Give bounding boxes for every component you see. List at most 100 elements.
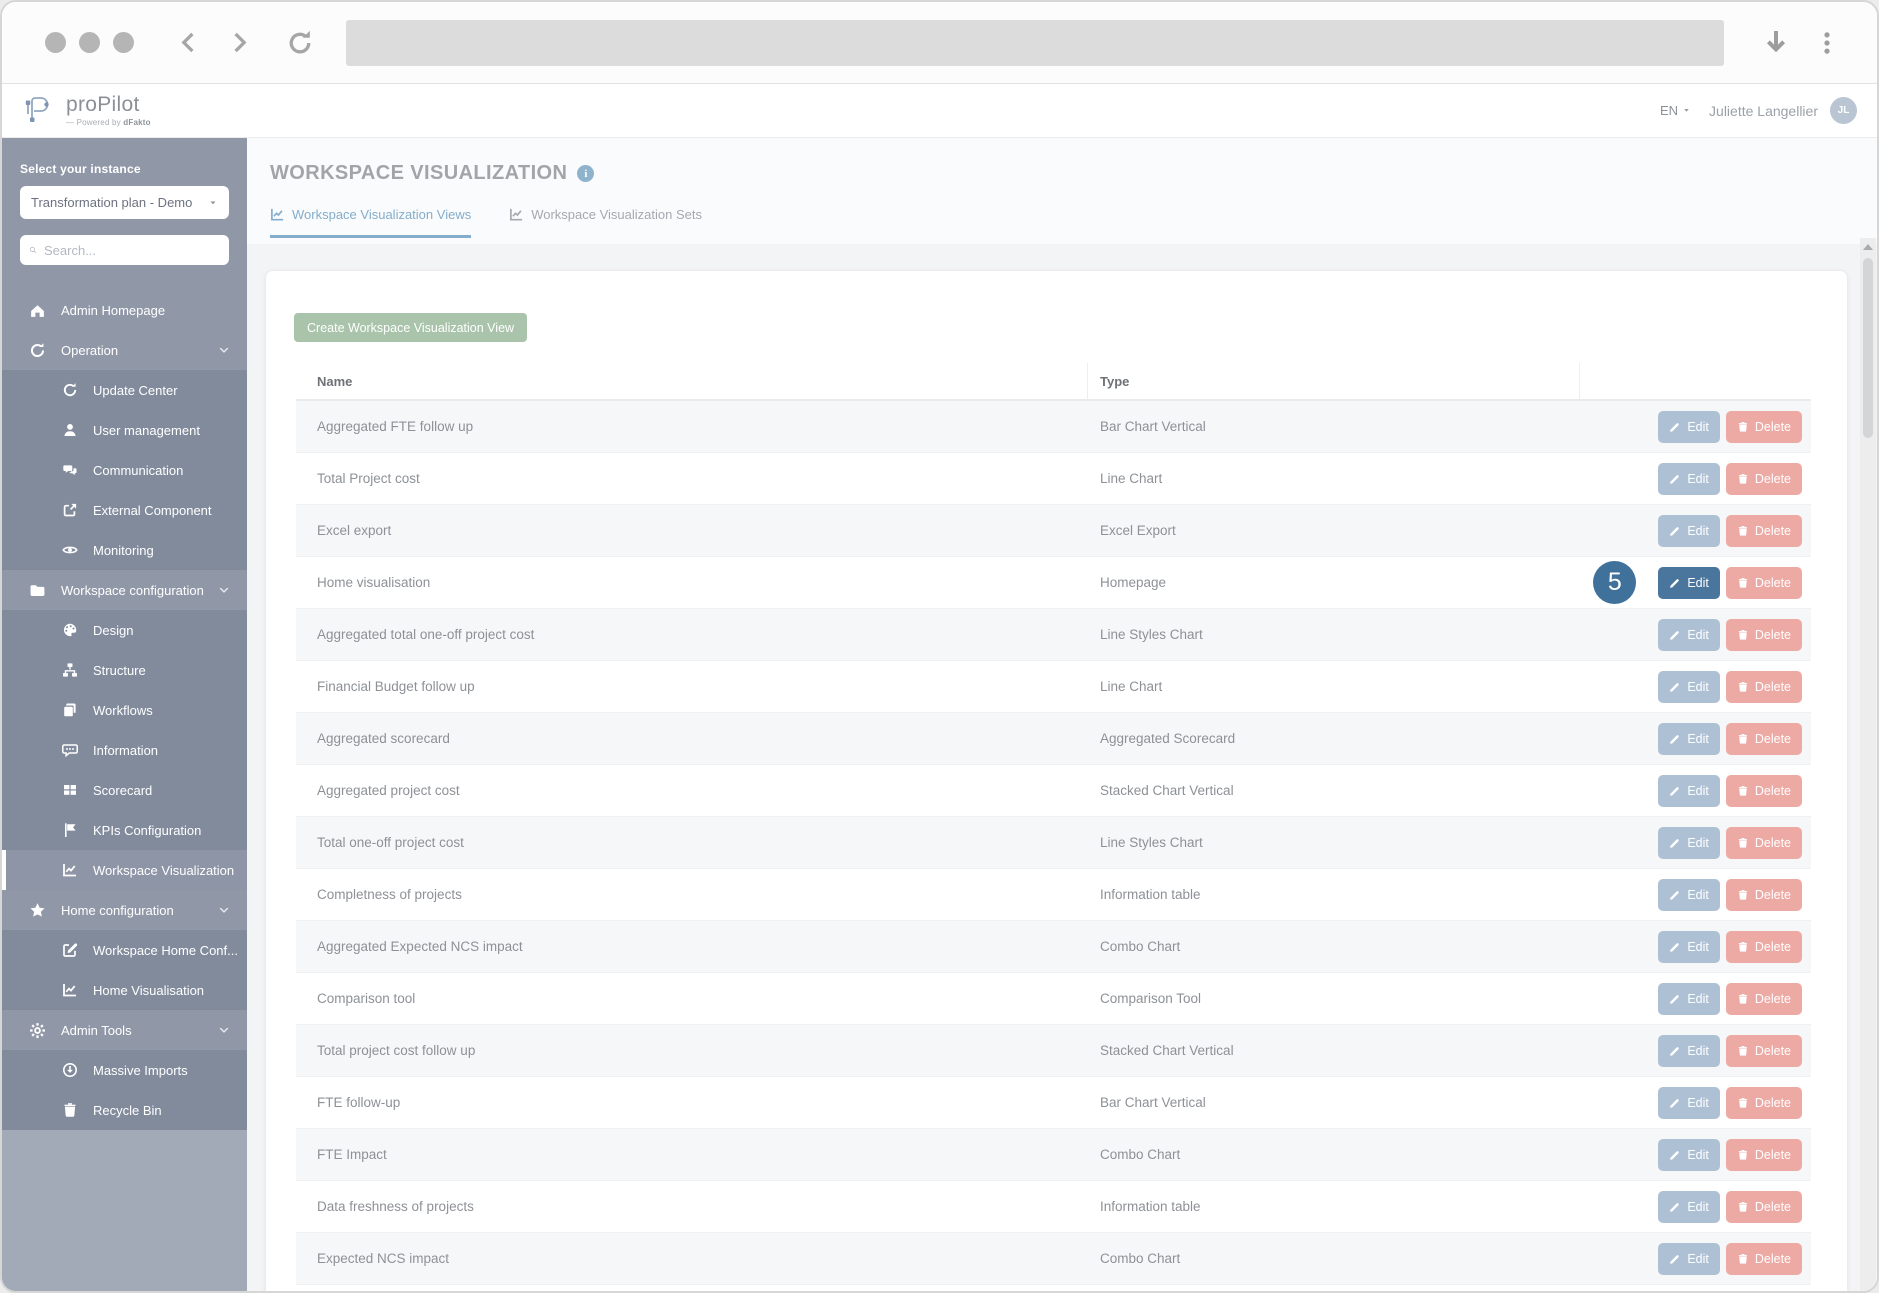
info-icon[interactable]: i (577, 165, 595, 182)
table-row: Total one-off project cost Line Styles Ch… (296, 817, 1811, 869)
delete-button[interactable]: Delete (1725, 1242, 1802, 1275)
sidebar-item-workspace-home-conf[interactable]: Workspace Home Conf... (2, 930, 247, 970)
edit-button[interactable]: Edit (1658, 774, 1720, 807)
sidebar-item-workspace-configuration[interactable]: Workspace configuration (2, 570, 247, 610)
sidebar-item-workspace-visualization[interactable]: Workspace Visualization (2, 850, 247, 890)
window-control-dot[interactable] (79, 32, 100, 53)
sidebar-item-label: Home Visualisation (93, 982, 205, 998)
pencil-icon (1669, 421, 1681, 433)
table-body: Aggregated FTE follow up Bar Chart Vertic… (296, 401, 1811, 1285)
pencil-icon (1669, 1253, 1681, 1265)
chart-icon (62, 982, 78, 998)
sidebar-item-admin-tools[interactable]: Admin Tools (2, 1010, 247, 1050)
scrollbar-up-arrow-icon[interactable] (1863, 244, 1873, 250)
edit-button[interactable]: Edit (1658, 618, 1720, 651)
chevron-down-icon (218, 584, 230, 596)
delete-button[interactable]: Delete (1725, 670, 1802, 703)
edit-button[interactable]: Edit (1658, 1034, 1720, 1067)
edit-button[interactable]: Edit (1658, 878, 1720, 911)
delete-button[interactable]: Delete (1725, 930, 1802, 963)
trash-small-icon (1737, 1201, 1749, 1213)
user-name[interactable]: Juliette Langellier (1709, 103, 1818, 119)
pencil-icon (1669, 1201, 1681, 1213)
delete-button[interactable]: Delete (1725, 722, 1802, 755)
search-input[interactable] (44, 242, 220, 258)
delete-button[interactable]: Delete (1725, 982, 1802, 1015)
trash-small-icon (1737, 1097, 1749, 1109)
edit-button[interactable]: Edit (1658, 514, 1720, 547)
url-bar[interactable] (346, 19, 1724, 66)
delete-button[interactable]: Delete (1725, 1190, 1802, 1223)
delete-button[interactable]: Delete (1725, 410, 1802, 443)
sidebar-item-kpis-configuration[interactable]: KPIs Configuration (2, 810, 247, 850)
sidebar-item-monitoring[interactable]: Monitoring (2, 530, 247, 570)
sidebar-item-update-center[interactable]: Update Center (2, 370, 247, 410)
sidebar-item-admin-homepage[interactable]: Admin Homepage (2, 290, 247, 330)
row-type: Comparison Tool (1100, 991, 1202, 1006)
sidebar-item-home-visualisation[interactable]: Home Visualisation (2, 970, 247, 1010)
sidebar-item-communication[interactable]: Communication (2, 450, 247, 490)
window-control-dot[interactable] (113, 32, 134, 53)
edit-button[interactable]: Edit (1658, 566, 1720, 599)
caret-down-icon (208, 198, 218, 208)
delete-button[interactable]: Delete (1725, 1086, 1802, 1119)
table-row: Completness of projects Information table… (296, 869, 1811, 921)
sidebar-item-home-configuration[interactable]: Home configuration (2, 890, 247, 930)
edit-button[interactable]: Edit (1658, 1086, 1720, 1119)
delete-button[interactable]: Delete (1725, 566, 1802, 599)
delete-button[interactable]: Delete (1725, 462, 1802, 495)
edit-button[interactable]: Edit (1658, 826, 1720, 859)
sidebar-filler (2, 1130, 247, 1291)
edit-button[interactable]: Edit (1658, 722, 1720, 755)
back-icon[interactable] (176, 30, 201, 55)
sidebar-item-scorecard[interactable]: Scorecard (2, 770, 247, 810)
sidebar-item-user-management[interactable]: User management (2, 410, 247, 450)
tab-label: Workspace Visualization Sets (531, 207, 702, 222)
trash-small-icon (1737, 993, 1749, 1005)
edit-button[interactable]: Edit (1658, 670, 1720, 703)
avatar[interactable]: JL (1830, 97, 1857, 124)
edit-button[interactable]: Edit (1658, 1138, 1720, 1171)
edit-button[interactable]: Edit (1658, 1190, 1720, 1223)
sidebar-item-workflows[interactable]: Workflows (2, 690, 247, 730)
edit-button[interactable]: Edit (1658, 1242, 1720, 1275)
scrollbar-thumb[interactable] (1863, 258, 1873, 438)
tab-workspace-visualization-views[interactable]: Workspace Visualization Views (270, 207, 472, 238)
table-row: Aggregated total one-off project cost Lin… (296, 609, 1811, 661)
download-icon[interactable] (1760, 27, 1792, 59)
language-selector[interactable]: EN (1660, 103, 1691, 118)
sidebar-item-external-component[interactable]: External Component (2, 490, 247, 530)
sidebar-item-recycle-bin[interactable]: Recycle Bin (2, 1090, 247, 1130)
delete-button[interactable]: Delete (1725, 1138, 1802, 1171)
tab-workspace-visualization-sets[interactable]: Workspace Visualization Sets (509, 207, 702, 238)
instance-select[interactable]: Transformation plan - Demo (20, 186, 229, 219)
forward-icon[interactable] (227, 30, 252, 55)
chevron-down-icon (218, 344, 230, 356)
edit-button[interactable]: Edit (1658, 982, 1720, 1015)
browser-menu-icon[interactable] (1814, 30, 1840, 56)
sidebar-item-structure[interactable]: Structure (2, 650, 247, 690)
user-icon (62, 422, 78, 438)
edit-button[interactable]: Edit (1658, 930, 1720, 963)
delete-button[interactable]: Delete (1725, 514, 1802, 547)
sidebar-item-label: Massive Imports (93, 1062, 188, 1078)
sidebar-item-massive-imports[interactable]: Massive Imports (2, 1050, 247, 1090)
sidebar-item-design[interactable]: Design (2, 610, 247, 650)
delete-button[interactable]: Delete (1725, 1034, 1802, 1067)
sidebar-item-information[interactable]: Information (2, 730, 247, 770)
delete-button[interactable]: Delete (1725, 774, 1802, 807)
grid-icon (62, 782, 78, 798)
edit-button[interactable]: Edit (1658, 410, 1720, 443)
row-name: Total Project cost (317, 471, 420, 486)
edit-button[interactable]: Edit (1658, 462, 1720, 495)
sidebar-item-operation[interactable]: Operation (2, 330, 247, 370)
delete-button[interactable]: Delete (1725, 618, 1802, 651)
delete-button[interactable]: Delete (1725, 826, 1802, 859)
window-control-dot[interactable] (45, 32, 66, 53)
reload-icon[interactable] (286, 29, 314, 57)
delete-button[interactable]: Delete (1725, 878, 1802, 911)
table-row: Home visualisation Homepage 5 Edit Delete (296, 557, 1811, 609)
app-name: proPilot (66, 93, 140, 116)
create-workspace-visualization-view-button[interactable]: Create Workspace Visualization View (294, 313, 528, 342)
scrollbar[interactable] (1860, 238, 1876, 1291)
